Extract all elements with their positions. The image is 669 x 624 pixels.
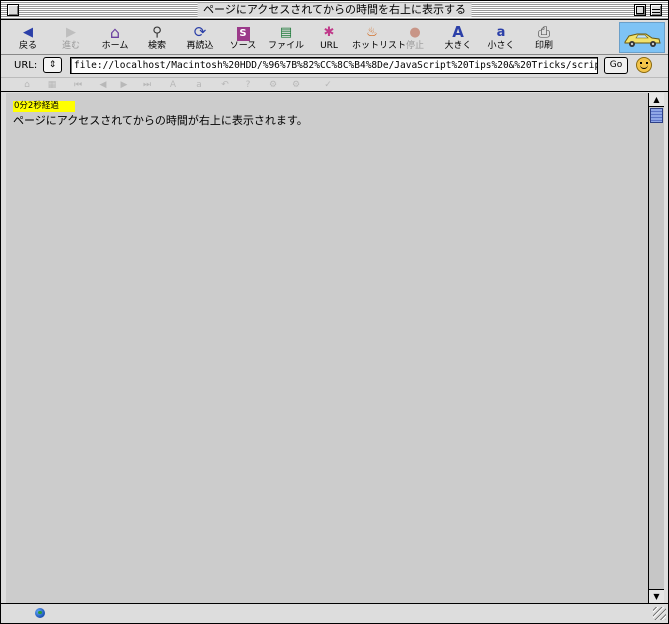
stop-button[interactable]: ● 停止 [395, 24, 435, 52]
forward-button[interactable]: ▶ 進む [51, 24, 91, 52]
file-button[interactable]: ▤ ファイル [266, 24, 306, 52]
page-body-text: ページにアクセスされてからの時間が右上に表示されます。 [13, 114, 308, 127]
browser-logo [619, 22, 665, 53]
search-icon: ⚲ [152, 25, 162, 40]
vertical-scrollbar[interactable]: ▲ ▼ [648, 93, 664, 603]
url-history-stepper[interactable]: ⇕ [43, 57, 62, 73]
address-bar: URL: ⇕ file://localhost/Macintosh%20HDD/… [1, 56, 668, 76]
zoom-box[interactable] [634, 4, 646, 16]
url-icon: ✱ [323, 25, 335, 40]
grid-icon: ▦ [47, 80, 57, 90]
font-large-icon: A [169, 80, 177, 90]
scroll-thumb[interactable] [650, 108, 663, 123]
search-button[interactable]: ⚲ 検索 [137, 24, 177, 52]
last-icon: ⏭ [142, 80, 152, 90]
secondary-button-bar: ⌂ ▦ ⏮ ◀ ▶ ⏭ A a ↶ ? ⚙ ⚙ ✓ [1, 77, 668, 92]
forward-arrow-icon: ▶ [66, 25, 76, 40]
settings-alt-icon: ⚙ [291, 80, 301, 90]
url-label: URL: [14, 60, 38, 71]
undo-icon: ↶ [221, 80, 229, 90]
browser-window: ページにアクセスされてからの時間を右上に表示する ◀ 戻る ▶ 進む ⌂ ホーム… [0, 0, 669, 624]
first-icon: ⏮ [73, 80, 83, 90]
home-button[interactable]: ⌂ ホーム [95, 24, 135, 52]
smiley-icon[interactable] [636, 57, 652, 73]
larger-text-button[interactable]: A 大きく [438, 24, 478, 52]
title-bar[interactable]: ページにアクセスされてからの時間を右上に表示する [1, 1, 668, 20]
reload-icon: ⟳ [193, 23, 207, 41]
source-icon: S [223, 24, 263, 41]
page-content: 0分2秒経過 ページにアクセスされてからの時間が右上に表示されます。 [6, 93, 648, 603]
window-title: ページにアクセスされてからの時間を右上に表示する [197, 3, 472, 17]
print-button[interactable]: ⎙ 印刷 [524, 24, 564, 52]
stop-icon: ● [409, 25, 421, 40]
url-button[interactable]: ✱ URL [309, 24, 349, 52]
font-small-icon: a [196, 80, 202, 90]
reload-button[interactable]: ⟳ 再読込 [180, 24, 220, 52]
smaller-text-button[interactable]: a 小さく [481, 24, 521, 52]
smaller-text-icon: a [496, 25, 506, 40]
previous-icon: ◀ [99, 80, 107, 90]
close-box[interactable] [7, 4, 19, 16]
globe-icon [35, 608, 45, 618]
back-arrow-icon: ◀ [23, 25, 33, 40]
next-icon: ▶ [120, 80, 128, 90]
check-icon: ✓ [324, 80, 332, 90]
file-icon: ▤ [279, 25, 293, 40]
larger-text-icon: A [452, 23, 464, 41]
status-bar [1, 603, 668, 623]
collapse-box[interactable] [650, 4, 662, 16]
toolbar: ◀ 戻る ▶ 進む ⌂ ホーム ⚲ 検索 ⟳ 再読込 S ソース ▤ ファイル … [1, 21, 668, 55]
hotlist-icon: ♨ [366, 25, 378, 40]
settings-icon: ⚙ [268, 80, 278, 90]
elapsed-time-display: 0分2秒経過 [13, 101, 75, 112]
hotlist-button[interactable]: ♨ ホットリスト [352, 24, 406, 52]
help-icon: ? [245, 80, 251, 90]
source-button[interactable]: S ソース [223, 24, 263, 52]
go-button[interactable]: Go [604, 57, 628, 74]
back-button[interactable]: ◀ 戻る [8, 24, 48, 52]
car-logo-icon [624, 33, 661, 47]
home-icon: ⌂ [109, 23, 121, 42]
scroll-down-arrow-icon[interactable]: ▼ [649, 589, 664, 603]
resize-grip-icon[interactable] [653, 607, 666, 620]
url-input[interactable]: file://localhost/Macintosh%20HDD/%96%7B%… [70, 57, 598, 74]
home-small-icon: ⌂ [24, 80, 30, 90]
print-icon: ⎙ [537, 23, 550, 41]
scroll-up-arrow-icon[interactable]: ▲ [649, 93, 664, 107]
